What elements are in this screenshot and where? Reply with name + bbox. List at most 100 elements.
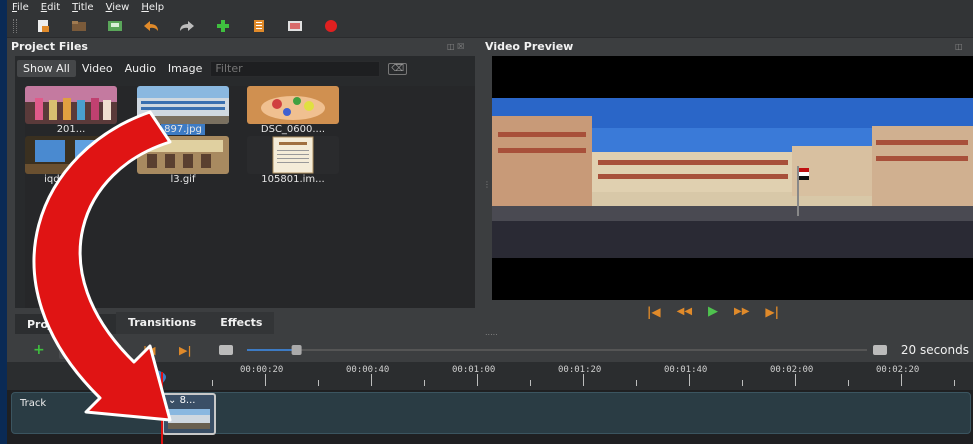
- ruler-time-label: 00:00:40: [346, 365, 390, 375]
- clear-filter-icon[interactable]: ⌫: [388, 62, 408, 75]
- file-label: 897.jpg: [161, 124, 205, 135]
- timeline-toolbar: + |◀ ▶|: [7, 338, 973, 362]
- import-files-icon: [217, 19, 229, 32]
- ruler-minor-tick: [636, 380, 637, 386]
- horizontal-splitter-handle[interactable]: .....: [485, 328, 498, 337]
- filter-show-all[interactable]: Show All: [17, 60, 76, 77]
- undo-icon: [144, 20, 158, 31]
- filter-bar: Show All Video Audio Image ⌫: [17, 60, 408, 77]
- track-row[interactable]: Track ⌄ 8...: [11, 392, 971, 435]
- zoom-out-button[interactable]: [219, 341, 233, 359]
- snapping-toggle-button[interactable]: [59, 341, 89, 359]
- menu-edit[interactable]: Edit: [41, 2, 60, 13]
- ruler-time-label: 00:00:20: [240, 365, 284, 375]
- menu-bar: File Edit Title View Help: [7, 0, 973, 14]
- panel-splitter-handle[interactable]: ⋮: [483, 180, 491, 189]
- previous-marker-button[interactable]: |◀: [143, 341, 155, 359]
- tab-transitions[interactable]: Transitions: [115, 312, 209, 334]
- thumbnail-photo-class-icon: [137, 136, 229, 174]
- jump-end-icon[interactable]: ▶|: [765, 305, 779, 319]
- previous-marker-icon: |◀: [143, 343, 156, 357]
- ruler-time-label: 00:01:00: [452, 365, 496, 375]
- video-preview-canvas: [492, 56, 973, 300]
- timeline-tracks: Track ⌄ 8...: [7, 390, 973, 444]
- preview-frame-image: [492, 56, 973, 300]
- zoom-out-icon: [219, 345, 233, 355]
- ruler-minor-tick: [212, 380, 213, 386]
- export-video-button[interactable]: [313, 16, 349, 36]
- thumbnail-photo-room-icon: [25, 136, 117, 174]
- thumbnail-photo-people-icon: [25, 86, 117, 124]
- profile-icon: [254, 19, 264, 32]
- playhead-line[interactable]: [161, 372, 163, 444]
- file-item[interactable]: DSC_0600....: [247, 86, 339, 138]
- file-label: 201...: [56, 124, 86, 135]
- add-marker-button[interactable]: [109, 341, 121, 359]
- ruler-major-tick: [265, 374, 266, 386]
- file-item[interactable]: iqdefault...: [25, 136, 117, 188]
- timeline-clip[interactable]: ⌄ 8...: [162, 393, 216, 435]
- zoom-in-icon[interactable]: [873, 345, 887, 355]
- file-label: 105801.im...: [261, 174, 325, 185]
- redo-icon: [180, 20, 194, 31]
- clip-label: ⌄ 8...: [168, 395, 195, 406]
- ruler-time-label: 00:01:40: [664, 365, 708, 375]
- thumbnail-photo-cake-icon: [247, 86, 339, 124]
- fullscreen-button[interactable]: [277, 16, 313, 36]
- tab-project-files[interactable]: Project Files: [15, 312, 116, 334]
- jump-start-icon[interactable]: |◀: [647, 305, 661, 319]
- openshot-window: File Edit Title View Help Project Files …: [7, 0, 973, 444]
- import-files-button[interactable]: [205, 16, 241, 36]
- clip-menu-icon[interactable]: ⌄: [168, 395, 180, 406]
- filter-audio[interactable]: Audio: [119, 60, 162, 77]
- thumbnail-certificate-icon: [247, 136, 339, 174]
- thumbnail-photo-building-icon: [137, 86, 229, 124]
- tab-effects[interactable]: Effects: [208, 312, 275, 334]
- clip-thumbnail: [168, 409, 210, 429]
- toolbar-grip[interactable]: [13, 18, 17, 33]
- ruler-major-tick: [371, 374, 372, 386]
- filter-input[interactable]: [210, 60, 381, 77]
- timeline-ruler[interactable]: 00:00:20 00:00:40 00:01:00 00:01:20 00:0…: [7, 362, 973, 390]
- file-label: l3.gif: [170, 174, 196, 185]
- clip-title: 8...: [179, 395, 196, 406]
- choose-profile-button[interactable]: [241, 16, 277, 36]
- filter-video[interactable]: Video: [76, 60, 119, 77]
- menu-file[interactable]: File: [12, 2, 29, 13]
- menu-help[interactable]: Help: [141, 2, 164, 13]
- panel-float-close-icon[interactable]: ◫ ☒: [447, 42, 464, 51]
- file-item-selected[interactable]: 897.jpg: [137, 86, 229, 138]
- ruler-minor-tick: [530, 380, 531, 386]
- ruler-minor-tick: [318, 380, 319, 386]
- playhead-handle-icon[interactable]: [155, 370, 171, 388]
- ruler-major-tick: [901, 374, 902, 386]
- undo-button[interactable]: [133, 16, 169, 36]
- ruler-major-tick: [583, 374, 584, 386]
- add-track-button[interactable]: +: [33, 341, 45, 359]
- file-label: iqdefault...: [44, 174, 98, 185]
- rewind-icon[interactable]: ◀◀: [677, 306, 692, 317]
- zoom-slider[interactable]: [247, 344, 867, 356]
- ruler-major-tick: [477, 374, 478, 386]
- menu-title[interactable]: Title: [72, 2, 93, 13]
- open-project-button[interactable]: [61, 16, 97, 36]
- file-item[interactable]: 105801.im...: [247, 136, 339, 188]
- project-files-title: Project Files: [11, 40, 88, 53]
- track-name: Track: [20, 398, 47, 409]
- file-item[interactable]: 201...: [25, 86, 117, 138]
- project-files-grid: 201... 897.jpg DSC_0600.... iqdefault...…: [25, 86, 475, 308]
- next-marker-button[interactable]: ▶|: [179, 341, 191, 359]
- save-project-button[interactable]: [97, 16, 133, 36]
- play-icon[interactable]: ▶: [708, 304, 718, 319]
- marker-icon: [109, 345, 121, 354]
- ruler-minor-tick: [424, 380, 425, 386]
- filter-image[interactable]: Image: [162, 60, 208, 77]
- new-project-button[interactable]: [25, 16, 61, 36]
- menu-view[interactable]: View: [106, 2, 130, 13]
- redo-button[interactable]: [169, 16, 205, 36]
- panel-float-icon[interactable]: ◫: [955, 42, 963, 51]
- fast-forward-icon[interactable]: ▶▶: [734, 306, 749, 317]
- file-item[interactable]: l3.gif: [137, 136, 229, 188]
- main-toolbar: [7, 14, 973, 38]
- file-label: DSC_0600....: [260, 124, 326, 135]
